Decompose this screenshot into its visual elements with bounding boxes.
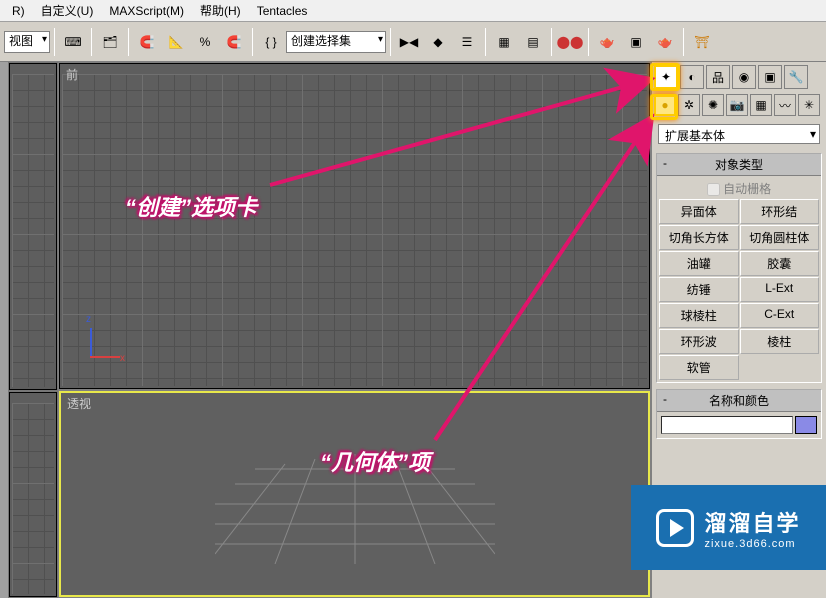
angle-snap-icon[interactable]: 📐	[162, 28, 190, 56]
align-icon[interactable]: ◆	[424, 28, 452, 56]
helpers-subtab[interactable]: ▦	[750, 94, 772, 116]
modify-tab[interactable]: ◐	[680, 65, 704, 89]
render-frame-icon[interactable]: ▣	[622, 28, 650, 56]
material-icon[interactable]: ⬤⬤	[556, 28, 584, 56]
motion-icon: ◉	[739, 70, 749, 84]
object-buttons-grid: 异面体环形结切角长方体切角圆柱体油罐胶囊纺锤L-Ext球棱柱C-Ext环形波棱柱…	[659, 199, 819, 380]
systems-subtab[interactable]: ✳	[798, 94, 820, 116]
viewports: 前 z x 透视	[58, 62, 651, 598]
object-type-button[interactable]: 切角长方体	[659, 225, 739, 250]
named-selection-icon[interactable]: { }	[257, 28, 285, 56]
menu-customize[interactable]: 自定义(U)	[33, 0, 102, 21]
object-type-button[interactable]: 环形结	[740, 199, 820, 224]
watermark-title: 溜溜自学	[704, 506, 800, 538]
auto-grid-row: 自动栅格	[659, 178, 819, 199]
shapes-subtab[interactable]: ✲	[678, 94, 700, 116]
geometry-icon: ●	[661, 98, 668, 112]
create-icon: ✦	[661, 70, 671, 84]
curve-editor-icon[interactable]: ▦	[490, 28, 518, 56]
display-tab[interactable]: ▣	[758, 65, 782, 89]
menu-bar: R) 自定义(U) MAXScript(M) 帮助(H) Tentacles	[0, 0, 826, 22]
viewport-persp-label: 透视	[67, 395, 91, 412]
menu-r[interactable]: R)	[4, 2, 33, 20]
display-icon: ▣	[764, 70, 775, 84]
menu-tentacles[interactable]: Tentacles	[249, 2, 316, 20]
object-type-button[interactable]: L-Ext	[740, 277, 820, 302]
geometry-subtab[interactable]: ●	[654, 94, 676, 116]
spinner-snap-icon[interactable]: 🧲	[220, 28, 248, 56]
object-type-button[interactable]: 球棱柱	[659, 303, 739, 328]
utilities-icon: 🔧	[789, 70, 804, 84]
auto-grid-label: 自动栅格	[723, 182, 771, 196]
object-type-button[interactable]: 环形波	[659, 329, 739, 354]
view-dropdown[interactable]: 视图	[4, 31, 50, 53]
render-setup-icon[interactable]: 🫖	[593, 28, 621, 56]
shapes-icon: ✲	[684, 98, 694, 112]
create-subtabs: ● ✲ ✺ 📷 ▦ 〰 ✳	[652, 92, 826, 118]
schematic-icon[interactable]: ▤	[519, 28, 547, 56]
watermark-url: zixue.3d66.com	[704, 538, 800, 550]
percent-snap-icon[interactable]: %	[191, 28, 219, 56]
object-type-button[interactable]: C-Ext	[740, 303, 820, 328]
object-name-input[interactable]	[661, 416, 793, 434]
category-dropdown[interactable]: 扩展基本体	[658, 124, 820, 144]
left-viewport-strip	[8, 62, 58, 598]
viewport-front-label: 前	[66, 66, 78, 83]
axis-gizmo: z x	[80, 318, 130, 368]
watermark: 溜溜自学 zixue.3d66.com	[631, 485, 826, 570]
mirror-icon[interactable]: ▶◀	[395, 28, 423, 56]
command-panel-tabs: ✦ ◐ 品 ◉ ▣ 🔧	[652, 62, 826, 92]
hierarchy-icon: 品	[712, 69, 724, 86]
menu-help[interactable]: 帮助(H)	[192, 0, 249, 21]
lights-icon: ✺	[708, 98, 718, 112]
create-tab[interactable]: ✦	[654, 65, 678, 89]
spacewarps-subtab[interactable]: 〰	[774, 94, 796, 116]
snap-icon[interactable]: 🧲	[133, 28, 161, 56]
name-color-rollout: -名称和颜色	[656, 389, 822, 439]
menu-maxscript[interactable]: MAXScript(M)	[101, 2, 192, 20]
left-rail	[0, 62, 8, 598]
name-color-header[interactable]: -名称和颜色	[657, 390, 821, 412]
motion-tab[interactable]: ◉	[732, 65, 756, 89]
object-type-button[interactable]: 胶囊	[740, 251, 820, 276]
helpers-icon: ▦	[755, 98, 766, 112]
object-color-swatch[interactable]	[795, 416, 817, 434]
object-type-button[interactable]: 油罐	[659, 251, 739, 276]
cameras-icon: 📷	[730, 98, 745, 112]
modify-icon: ◐	[688, 70, 695, 84]
auto-grid-checkbox[interactable]	[707, 183, 720, 196]
selection-set-dropdown[interactable]: 创建选择集	[286, 31, 386, 53]
object-type-header[interactable]: -对象类型	[657, 154, 821, 176]
viewport-perspective[interactable]: 透视	[59, 391, 650, 597]
perspective-grid	[215, 444, 495, 564]
main-toolbar: 视图 ⌨ 🗂 🧲 📐 % 🧲 { } 创建选择集 ▶◀ ◆ ☰ ▦ ▤ ⬤⬤ 🫖…	[0, 22, 826, 62]
object-type-button[interactable]: 棱柱	[740, 329, 820, 354]
utilities-tab[interactable]: 🔧	[784, 65, 808, 89]
reactor-icon[interactable]: ⛩	[688, 28, 716, 56]
object-type-rollout: -对象类型 自动栅格 异面体环形结切角长方体切角圆柱体油罐胶囊纺锤L-Ext球棱…	[656, 153, 822, 383]
keyboard-shortcut-icon[interactable]: ⌨	[59, 28, 87, 56]
layers-icon[interactable]: ☰	[453, 28, 481, 56]
object-type-button[interactable]: 纺锤	[659, 277, 739, 302]
space-icon: 〰	[779, 97, 791, 114]
viewport-front[interactable]: 前 z x	[59, 63, 650, 389]
hierarchy-tab[interactable]: 品	[706, 65, 730, 89]
quick-render-icon[interactable]: 🫖	[651, 28, 679, 56]
layer-icon[interactable]: 🗂	[96, 28, 124, 56]
cameras-subtab[interactable]: 📷	[726, 94, 748, 116]
lights-subtab[interactable]: ✺	[702, 94, 724, 116]
object-type-button[interactable]: 异面体	[659, 199, 739, 224]
object-type-button[interactable]: 切角圆柱体	[740, 225, 820, 250]
object-type-button[interactable]: 软管	[659, 355, 739, 380]
systems-icon: ✳	[804, 98, 814, 112]
watermark-play-icon	[656, 509, 694, 547]
